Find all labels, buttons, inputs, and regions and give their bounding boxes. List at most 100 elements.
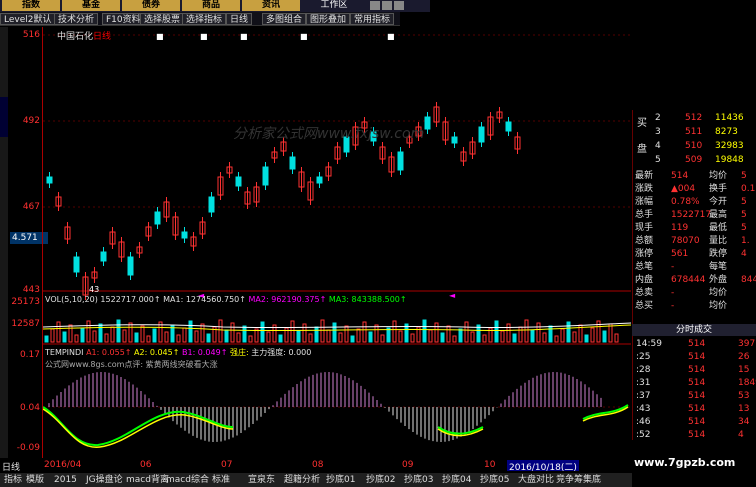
date-tick: 08 [312, 460, 324, 470]
orderbook-price: 512 [685, 113, 703, 123]
quote-label: 最低 [709, 223, 728, 233]
volume-bar [140, 325, 145, 343]
select-stock-button[interactable]: 选择股票 [140, 13, 185, 25]
close-icon[interactable] [394, 1, 404, 10]
volume-bar [104, 333, 109, 343]
volume-bar [218, 319, 223, 343]
volume-bar [308, 333, 313, 343]
formula-tab[interactable]: 抄底03 [404, 474, 433, 486]
trade-row: :31 514 1849 [632, 377, 756, 389]
volume-bar [86, 320, 91, 343]
tab-bond[interactable]: 债券 [122, 0, 180, 11]
formula-tab[interactable]: 2015 [54, 474, 77, 486]
indicator-header: TEMPINDI A1: 0.055↑ A2: 0.045↑ B1: 0.049… [45, 348, 312, 357]
quote-row: 涨停 561 跌停 4 [633, 248, 756, 260]
trade-time: :46 [636, 417, 651, 427]
volume-bar [518, 326, 523, 343]
formula-tab[interactable]: 指标 [4, 474, 22, 486]
date-axis: 日线 2016/04 06 07 08 09 10 2016/10/18(二) [0, 460, 632, 473]
volume-bar [134, 332, 139, 343]
volume-bar [494, 320, 499, 343]
volume-bar [74, 334, 79, 343]
formula-tab[interactable]: 抄底05 [480, 474, 509, 486]
volume-bar [452, 335, 457, 343]
formula-tab[interactable]: JG操盘论 [86, 474, 123, 486]
side-tab-chart[interactable] [0, 97, 8, 137]
volume-bar [224, 329, 229, 343]
workspace-label[interactable]: 工作区 [312, 0, 356, 11]
quote-label: 最高 [709, 210, 728, 220]
svg-text:■: ■ [156, 32, 164, 41]
quote-value: 5 [741, 171, 747, 181]
formula-tab[interactable]: 超籍分析 [284, 474, 320, 486]
daily-period-button[interactable]: 日线 [226, 13, 253, 25]
volume-bar [68, 324, 73, 343]
quote-value: 678444 [671, 275, 706, 285]
orderbook-level: 4 [655, 141, 661, 151]
formula-tab[interactable]: macd背离 [126, 474, 169, 486]
trade-volume: 4 [738, 430, 744, 440]
chart-area[interactable]: ■ ■ ■ ■ ■ ◄ ◄ 中国石化日线 43 分析家公式网www.fxjsw.… [42, 27, 631, 458]
formula-tab[interactable]: 抄底02 [366, 474, 395, 486]
volume-bar [500, 330, 505, 343]
volume-bar [320, 319, 325, 343]
formula-tab[interactable]: 标准 [212, 474, 230, 486]
volume-bar [182, 327, 187, 343]
price-tick: 516 [22, 30, 40, 40]
common-indicators-button[interactable]: 常用指标 [350, 13, 395, 25]
overlay-button[interactable]: 图形叠加 [306, 13, 351, 25]
formula-tab[interactable]: 宣泉东 [248, 474, 275, 486]
quote-value: - [671, 262, 675, 272]
trade-price: 514 [688, 352, 706, 362]
trade-row: :25 514 26 [632, 351, 756, 363]
formula-tab[interactable]: 竞争筹集底 [556, 474, 601, 486]
formula-tab[interactable]: 大盘对比 [518, 474, 554, 486]
quote-row: 总卖 - 均价 [633, 287, 756, 299]
trades-header[interactable]: 分时成交 [632, 324, 756, 336]
volume-bar [380, 334, 385, 343]
formula-tab[interactable]: 抄底01 [326, 474, 355, 486]
select-indicator-button[interactable]: 选择指标 [182, 13, 227, 25]
tab-commodity[interactable]: 商品 [182, 0, 240, 11]
orderbook-volume: 11436 [715, 113, 744, 123]
volume-bar [152, 328, 157, 343]
volume-bar [572, 331, 577, 343]
date-cursor: 2016/10/18(二) [507, 460, 579, 473]
volume-tick: 25173 [11, 297, 40, 307]
trade-row: :28 514 15 [632, 364, 756, 376]
volume-bar [536, 322, 541, 343]
quote-label: 均价 [709, 171, 728, 181]
minimize-icon[interactable] [370, 1, 380, 10]
period-mode[interactable]: 日线 [2, 460, 20, 473]
volume-bar [326, 329, 331, 343]
technical-analysis-button[interactable]: 技术分析 [54, 13, 99, 25]
tab-news[interactable]: 资讯 [242, 0, 300, 11]
volume-bar [314, 326, 319, 343]
tab-fund[interactable]: 基金 [62, 0, 120, 11]
volume-bar [50, 328, 55, 343]
volume-bar [482, 334, 487, 343]
quote-label: 今开 [709, 197, 728, 207]
date-tick: 06 [140, 460, 152, 470]
maximize-icon[interactable] [382, 1, 392, 10]
volume-bar [332, 322, 337, 343]
formula-tab[interactable]: 抄底04 [442, 474, 471, 486]
svg-text:◄: ◄ [449, 291, 456, 300]
trade-price: 514 [688, 404, 706, 414]
side-tab-trend[interactable] [0, 207, 8, 237]
volume-bar [176, 334, 181, 343]
volume-bar [80, 327, 85, 343]
tab-index[interactable]: 指数 [2, 0, 60, 11]
trade-price: 514 [688, 417, 706, 427]
level2-default-button[interactable]: Level2默认 [0, 13, 56, 25]
formula-tab[interactable]: 模版 [26, 474, 44, 486]
f10-info-button[interactable]: F10资料 [102, 13, 145, 25]
y-axis: 516 492 467 443 4.571 25173 12587 0.17 0… [8, 27, 48, 458]
multi-chart-button[interactable]: 多图组合 [262, 13, 307, 25]
formula-tab[interactable]: macd综合 [166, 474, 209, 486]
volume-tick: 12587 [11, 319, 40, 329]
volume-bar [422, 319, 427, 343]
svg-text:■: ■ [300, 32, 308, 41]
quote-label: 外盘 [709, 275, 728, 285]
trade-row: :37 514 53 [632, 390, 756, 402]
